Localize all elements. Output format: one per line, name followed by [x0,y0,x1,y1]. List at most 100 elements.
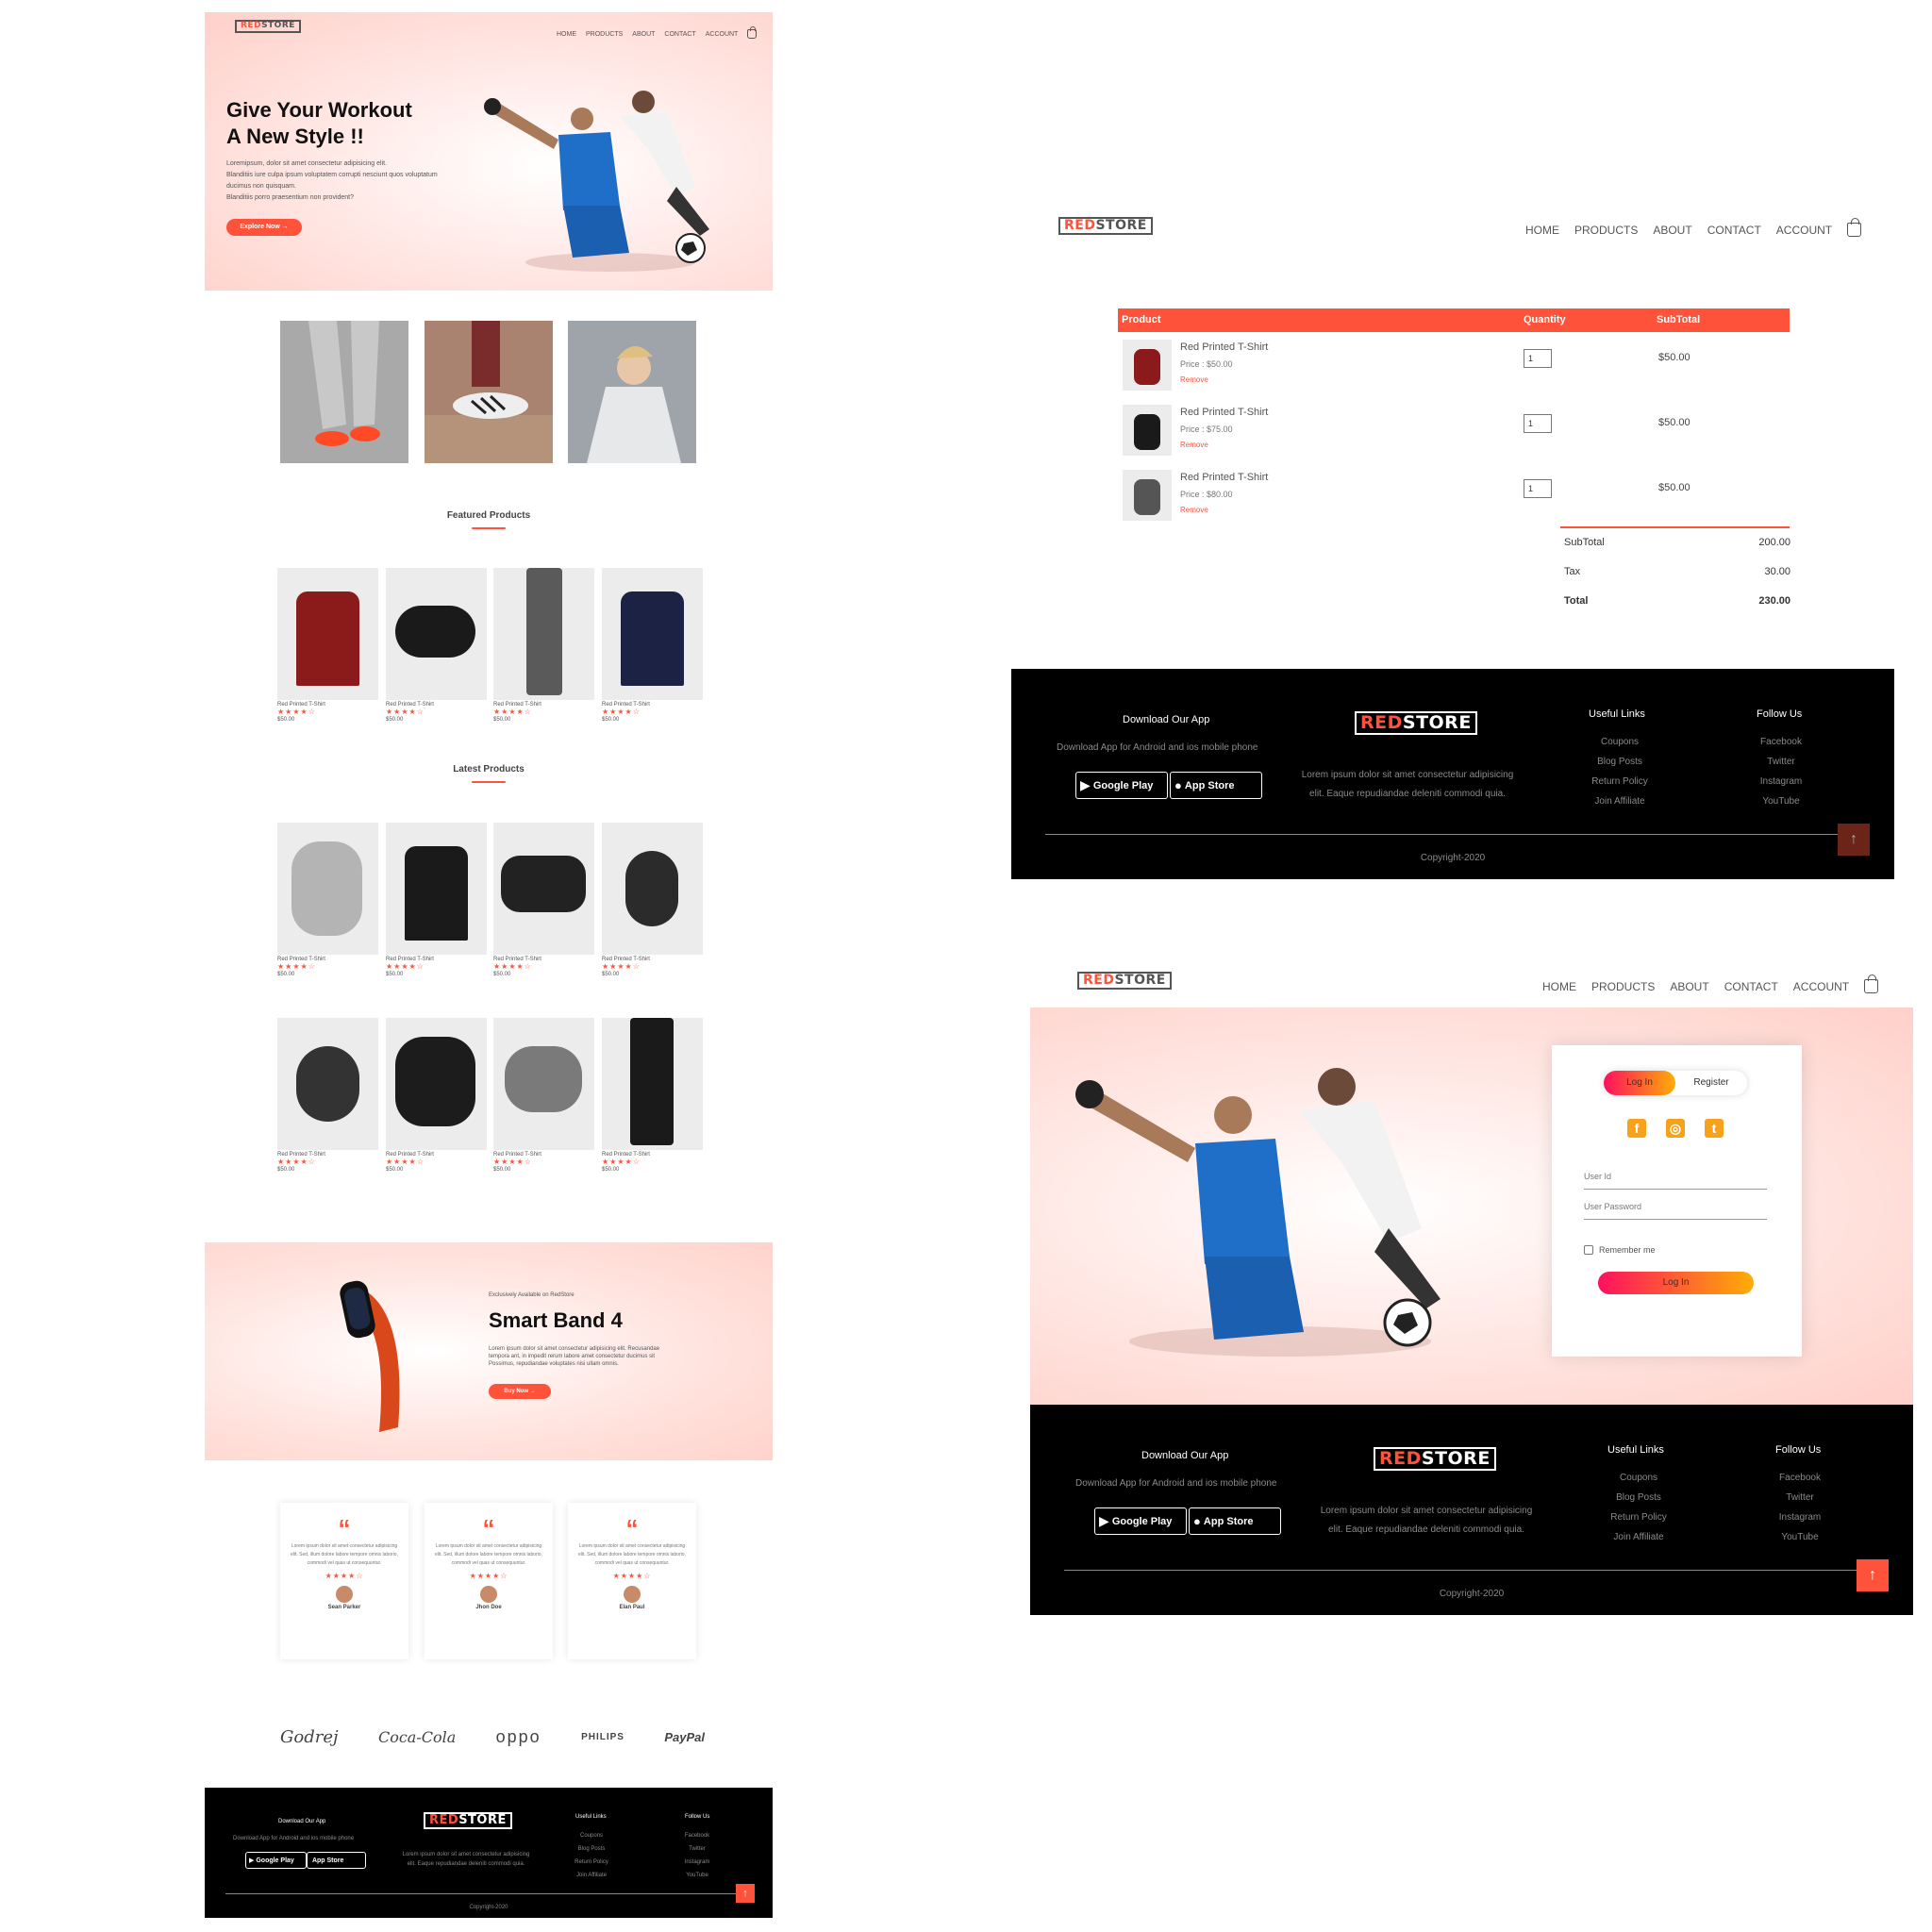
product-image[interactable] [602,823,703,955]
cart-item-remove[interactable]: Remove [1180,506,1208,514]
product-image[interactable] [493,568,594,700]
cart-footer-link-coupons[interactable]: Coupons [1573,732,1667,752]
product-image[interactable] [386,568,487,700]
login-nav-account[interactable]: ACCOUNT [1793,980,1849,993]
login-footer-follow-twitter[interactable]: Twitter [1753,1488,1847,1507]
cart-item-remove[interactable]: Remove [1180,441,1208,449]
app-store-button[interactable]: App Store [307,1852,366,1869]
login-logo[interactable]: REDSTORE [1077,972,1172,991]
product-image[interactable] [277,568,378,700]
product-image[interactable] [493,1018,594,1150]
password-field[interactable]: User Password [1584,1202,1767,1220]
category-image-1[interactable] [280,321,408,463]
logo[interactable]: REDSTORE [235,20,301,33]
cart-footer: Download Our App Download App for Androi… [1011,669,1894,879]
product-card[interactable]: Red Printed T-Shirt ★★★★☆ $50.00 [277,1018,378,1173]
product-image[interactable] [602,1018,703,1150]
product-image[interactable] [386,1018,487,1150]
footer-follow-instagram[interactable]: Instagram [669,1856,725,1869]
cart-nav-home[interactable]: HOME [1525,224,1559,237]
product-image[interactable] [493,823,594,955]
cart-back-to-top-button[interactable]: ↑ [1838,824,1870,856]
login-app-store-button[interactable]: ● App Store [1189,1507,1281,1535]
cart-app-store-button[interactable]: ● App Store [1170,772,1262,799]
tab-login[interactable]: Log In [1604,1071,1675,1095]
product-image[interactable] [602,568,703,700]
login-nav-contact[interactable]: CONTACT [1724,980,1778,993]
product-image[interactable] [277,823,378,955]
back-to-top-button[interactable]: ↑ [736,1884,755,1903]
footer-link-return[interactable]: Return Policy [563,1856,620,1869]
cart-nav-account[interactable]: ACCOUNT [1776,224,1832,237]
cart-footer-follow-twitter[interactable]: Twitter [1734,752,1828,772]
cart-footer-link-affiliate[interactable]: Join Affiliate [1573,791,1667,811]
product-card[interactable]: Red Printed T-Shirt ★★★★☆ $50.00 [277,568,378,723]
product-card[interactable]: Red Printed T-Shirt ★★★★☆ $50.00 [602,1018,703,1173]
cart-item-price: Price : $75.00 [1180,425,1233,434]
nav-products[interactable]: PRODUCTS [586,31,623,38]
buy-now-button[interactable]: Buy Now → [489,1384,551,1399]
nav-contact[interactable]: CONTACT [664,31,695,38]
quantity-input[interactable]: 1 [1524,349,1552,368]
cart-icon[interactable] [747,26,758,39]
login-nav-about[interactable]: ABOUT [1670,980,1708,993]
cart-nav-about[interactable]: ABOUT [1653,224,1691,237]
login-footer-follow-facebook[interactable]: Facebook [1753,1468,1847,1488]
footer-follow-twitter[interactable]: Twitter [669,1842,725,1856]
category-image-3[interactable] [568,321,696,463]
cart-nav-contact[interactable]: CONTACT [1707,224,1761,237]
product-card[interactable]: Red Printed T-Shirt ★★★★☆ $50.00 [386,1018,487,1173]
login-footer-follow-youtube[interactable]: YouTube [1753,1527,1847,1547]
twitter-icon[interactable]: t [1705,1119,1724,1138]
nav-about[interactable]: ABOUT [632,31,655,38]
cart-nav-bag-icon[interactable] [1847,218,1862,237]
footer-follow-facebook[interactable]: Facebook [669,1829,725,1842]
product-card[interactable]: Red Printed T-Shirt ★★★★☆ $50.00 [277,823,378,977]
cart-footer-link-blog[interactable]: Blog Posts [1573,752,1667,772]
login-footer-link-affiliate[interactable]: Join Affiliate [1591,1527,1686,1547]
product-image[interactable] [277,1018,378,1150]
instagram-icon[interactable]: ◎ [1666,1119,1685,1138]
nav-home[interactable]: HOME [557,31,576,38]
login-footer-link-coupons[interactable]: Coupons [1591,1468,1686,1488]
product-card[interactable]: Red Printed T-Shirt ★★★★☆ $50.00 [493,568,594,723]
cart-footer-follow-youtube[interactable]: YouTube [1734,791,1828,811]
google-play-button[interactable]: ▶ Google Play [245,1852,307,1869]
footer-follow-youtube[interactable]: YouTube [669,1869,725,1882]
login-google-play-button[interactable]: ▶ Google Play [1094,1507,1187,1535]
login-back-to-top-button[interactable]: ↑ [1857,1559,1889,1591]
tab-register[interactable]: Register [1675,1071,1747,1095]
cart-footer-link-return[interactable]: Return Policy [1573,772,1667,791]
cart-logo[interactable]: REDSTORE [1058,217,1153,236]
user-id-field[interactable]: User Id [1584,1172,1767,1190]
cart-nav-products[interactable]: PRODUCTS [1574,224,1638,237]
facebook-icon[interactable]: f [1627,1119,1646,1138]
cart-footer-follow-facebook[interactable]: Facebook [1734,732,1828,752]
login-submit-button[interactable]: Log In [1598,1272,1754,1294]
quantity-input[interactable]: 1 [1524,414,1552,433]
product-card[interactable]: Red Printed T-Shirt ★★★★☆ $50.00 [386,823,487,977]
login-footer-follow-instagram[interactable]: Instagram [1753,1507,1847,1527]
login-nav-home[interactable]: HOME [1542,980,1576,993]
nav-account[interactable]: ACCOUNT [706,31,739,38]
product-card[interactable]: Red Printed T-Shirt ★★★★☆ $50.00 [493,823,594,977]
quantity-input[interactable]: 1 [1524,479,1552,498]
footer-link-coupons[interactable]: Coupons [563,1829,620,1842]
product-card[interactable]: Red Printed T-Shirt ★★★★☆ $50.00 [602,568,703,723]
cart-item-remove[interactable]: Remove [1180,375,1208,384]
remember-checkbox[interactable] [1584,1245,1593,1255]
footer-link-affiliate[interactable]: Join Affiliate [563,1869,620,1882]
login-nav-products[interactable]: PRODUCTS [1591,980,1655,993]
explore-button[interactable]: Explore Now → [226,219,302,236]
product-card[interactable]: Red Printed T-Shirt ★★★★☆ $50.00 [602,823,703,977]
cart-google-play-button[interactable]: ▶ Google Play [1075,772,1168,799]
login-nav-bag-icon[interactable] [1864,974,1879,993]
login-footer-link-return[interactable]: Return Policy [1591,1507,1686,1527]
category-image-2[interactable] [425,321,553,463]
product-image[interactable] [386,823,487,955]
product-card[interactable]: Red Printed T-Shirt ★★★★☆ $50.00 [386,568,487,723]
cart-footer-follow-instagram[interactable]: Instagram [1734,772,1828,791]
footer-link-blog[interactable]: Blog Posts [563,1842,620,1856]
product-card[interactable]: Red Printed T-Shirt ★★★★☆ $50.00 [493,1018,594,1173]
login-footer-link-blog[interactable]: Blog Posts [1591,1488,1686,1507]
